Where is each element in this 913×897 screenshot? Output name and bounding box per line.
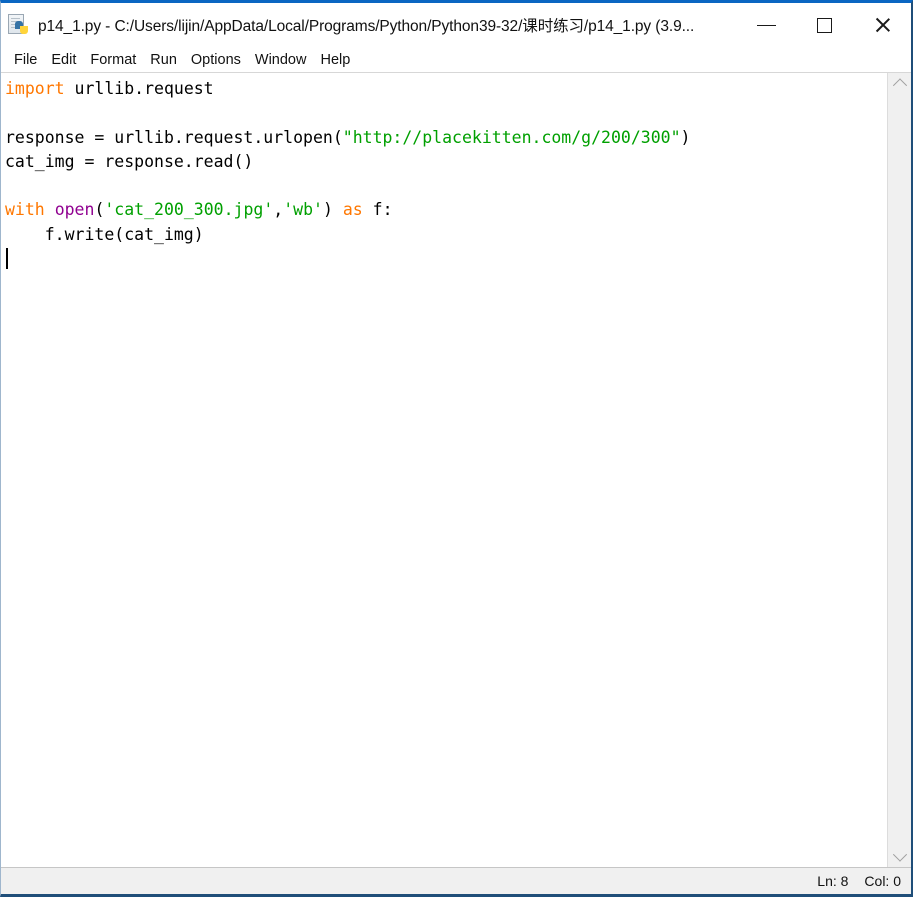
code-token: import <box>5 79 65 98</box>
code-lines: import urllib.request response = urllib.… <box>5 77 887 271</box>
code-token: response = urllib.request.urlopen( <box>5 127 343 147</box>
code-token: f: <box>362 200 393 220</box>
code-token: ) <box>322 200 343 220</box>
scrollbar-track[interactable] <box>888 95 911 845</box>
code-line: with open('cat_200_300.jpg','wb') as f: <box>5 198 887 222</box>
code-token: with <box>5 200 45 220</box>
code-line: f.write(cat_img) <box>5 223 887 247</box>
idle-editor-window: p14_1.py - C:/Users/lijin/AppData/Local/… <box>0 0 913 897</box>
code-token: cat_img = response.read() <box>5 151 254 171</box>
code-token: open <box>54 200 95 220</box>
code-token: ) <box>680 127 691 147</box>
minimize-icon <box>756 24 776 26</box>
code-token: urllib.request <box>64 79 214 98</box>
chevron-down-icon <box>892 847 907 862</box>
status-line-indicator: Ln: 8 <box>817 873 849 889</box>
menu-item-window[interactable]: Window <box>248 50 314 70</box>
code-token: f.write(cat_img) <box>5 224 204 244</box>
code-line: response = urllib.request.urlopen("http:… <box>5 126 887 150</box>
status-bar: Ln: 8 Col: 0 <box>1 867 911 894</box>
menu-item-file[interactable]: File <box>7 50 44 70</box>
status-col-indicator: Col: 0 <box>864 873 901 889</box>
menu-item-run[interactable]: Run <box>143 50 184 70</box>
code-token: as <box>342 200 363 220</box>
close-icon <box>873 16 891 34</box>
code-text-area[interactable]: import urllib.request response = urllib.… <box>1 73 887 867</box>
maximize-button[interactable] <box>795 3 853 47</box>
close-button[interactable] <box>853 3 911 47</box>
code-line: cat_img = response.read() <box>5 150 887 174</box>
code-token: 'cat_200_300.jpg' <box>104 200 274 220</box>
menu-item-options[interactable]: Options <box>184 50 248 70</box>
scroll-down-button[interactable] <box>888 845 911 867</box>
window-title: p14_1.py - C:/Users/lijin/AppData/Local/… <box>38 18 695 35</box>
menu-item-format[interactable]: Format <box>83 50 143 70</box>
title-bar[interactable]: p14_1.py - C:/Users/lijin/AppData/Local/… <box>1 3 911 47</box>
menu-item-edit[interactable]: Edit <box>44 50 83 70</box>
text-caret <box>6 248 8 270</box>
chevron-up-icon <box>892 78 907 93</box>
scroll-up-button[interactable] <box>888 73 911 95</box>
menu-item-help[interactable]: Help <box>313 50 357 70</box>
python-file-icon <box>8 14 30 36</box>
code-token: "http://placekitten.com/g/200/300" <box>342 127 681 147</box>
window-controls <box>737 3 911 47</box>
vertical-scrollbar[interactable] <box>887 73 911 867</box>
code-token: , <box>273 200 284 220</box>
maximize-icon <box>816 17 832 33</box>
editor-region: import urllib.request response = urllib.… <box>1 73 911 867</box>
code-token: 'wb' <box>283 200 323 220</box>
code-line: import urllib.request <box>5 77 887 101</box>
minimize-button[interactable] <box>737 3 795 47</box>
code-token: ( <box>94 200 105 220</box>
menu-bar: File Edit Format Run Options Window Help <box>1 47 911 73</box>
